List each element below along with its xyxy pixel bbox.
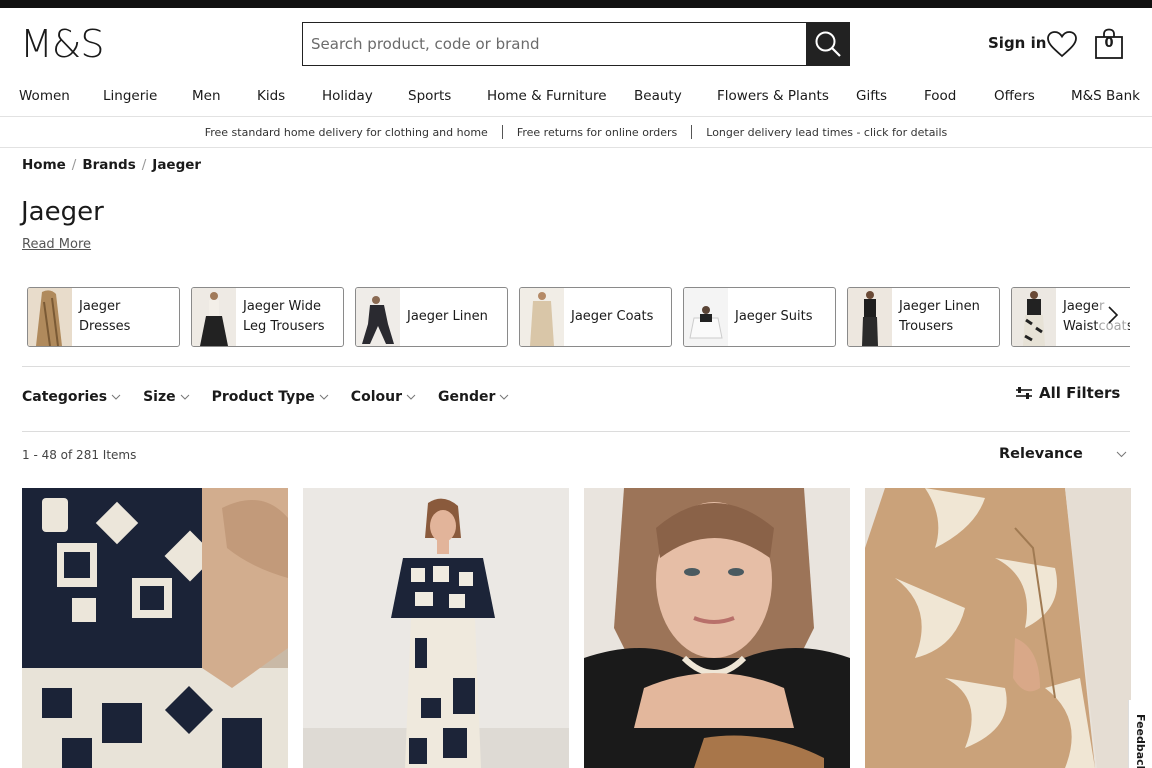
category-chip-label: Jaeger Linen bbox=[407, 309, 488, 324]
promo-returns[interactable]: Free returns for online orders bbox=[503, 126, 691, 139]
breadcrumb: Home / Brands / Jaeger bbox=[22, 156, 201, 174]
breadcrumb-separator: / bbox=[141, 157, 147, 173]
nav-home-furniture[interactable]: Home & Furniture bbox=[487, 86, 607, 106]
nav-gifts[interactable]: Gifts bbox=[856, 86, 887, 106]
results-count: 1 - 48 of 281 Items bbox=[22, 448, 137, 462]
nav-lingerie[interactable]: Lingerie bbox=[103, 86, 157, 106]
filter-gender[interactable]: Gender bbox=[438, 388, 509, 406]
ms-logo[interactable]: M&S bbox=[20, 22, 105, 66]
product-image bbox=[303, 488, 569, 768]
sliders-icon bbox=[1016, 387, 1032, 399]
sort-select[interactable]: Relevance bbox=[999, 446, 1127, 462]
nav-women[interactable]: Women bbox=[19, 86, 70, 106]
product-card[interactable] bbox=[584, 488, 850, 768]
promo-lead-times[interactable]: Longer delivery lead times - click for d… bbox=[692, 126, 961, 139]
category-chip-label: Jaeger Linen Trousers bbox=[899, 299, 980, 334]
top-utility-bar bbox=[0, 0, 1152, 8]
heart-icon[interactable] bbox=[1046, 30, 1078, 58]
category-thumbnail bbox=[848, 288, 892, 346]
promo-divider bbox=[0, 147, 1152, 148]
product-card[interactable] bbox=[22, 488, 288, 768]
category-chip-linen-trousers[interactable]: Jaeger Linen Trousers bbox=[847, 287, 1000, 347]
search-icon bbox=[815, 31, 841, 57]
filter-label: Categories bbox=[22, 389, 108, 405]
basket-button[interactable]: 0 bbox=[1094, 28, 1124, 60]
all-filters-label: All Filters bbox=[1039, 384, 1121, 402]
category-chip-wide-leg-trousers[interactable]: Jaeger Wide Leg Trousers bbox=[191, 287, 344, 347]
category-thumbnail bbox=[192, 288, 236, 346]
page-title: Jaeger bbox=[21, 197, 104, 227]
promo-strip: Free standard home delivery for clothing… bbox=[0, 124, 1152, 140]
category-chip-label: Jaeger Coats bbox=[571, 309, 654, 324]
breadcrumb-current: Jaeger bbox=[152, 157, 202, 173]
nav-ms-bank[interactable]: M&S Bank bbox=[1071, 86, 1140, 106]
chevron-down-icon bbox=[180, 394, 189, 400]
product-card[interactable] bbox=[303, 488, 569, 768]
filter-size[interactable]: Size bbox=[143, 388, 190, 406]
filter-divider-bottom bbox=[22, 431, 1130, 432]
nav-offers[interactable]: Offers bbox=[994, 86, 1035, 106]
search-input[interactable] bbox=[303, 23, 806, 65]
category-thumbnail bbox=[356, 288, 400, 346]
category-chip-label: Jaeger Wide Leg Trousers bbox=[243, 299, 325, 334]
filter-product-type[interactable]: Product Type bbox=[212, 388, 329, 406]
category-thumbnail bbox=[520, 288, 564, 346]
breadcrumb-separator: / bbox=[71, 157, 77, 173]
promo-delivery[interactable]: Free standard home delivery for clothing… bbox=[191, 126, 502, 139]
nav-sports[interactable]: Sports bbox=[408, 86, 451, 106]
breadcrumb-home[interactable]: Home bbox=[22, 156, 66, 174]
main-navigation: Women Lingerie Men Kids Holiday Sports H… bbox=[0, 86, 1152, 108]
nav-men[interactable]: Men bbox=[192, 86, 221, 106]
product-image bbox=[22, 488, 288, 768]
sign-in-link[interactable]: Sign in bbox=[988, 33, 1046, 53]
filter-label: Colour bbox=[350, 389, 402, 405]
carousel-next-button[interactable] bbox=[1098, 300, 1128, 330]
product-image bbox=[584, 488, 850, 768]
chevron-down-icon bbox=[406, 394, 416, 400]
nav-food[interactable]: Food bbox=[924, 86, 956, 106]
chevron-down-icon bbox=[319, 394, 329, 400]
product-grid bbox=[22, 488, 1131, 768]
category-chip-coats[interactable]: Jaeger Coats bbox=[519, 287, 672, 347]
chevron-down-icon bbox=[111, 394, 121, 400]
feedback-label: Feedback bbox=[1134, 714, 1147, 768]
category-chip-label: Jaeger Dresses bbox=[79, 299, 131, 334]
product-image bbox=[865, 488, 1131, 768]
nav-divider bbox=[0, 116, 1152, 117]
category-chip-suits[interactable]: Jaeger Suits bbox=[683, 287, 836, 347]
filter-label: Gender bbox=[437, 389, 496, 405]
category-chip-dresses[interactable]: Jaeger Dresses bbox=[27, 287, 180, 347]
chevron-right-icon bbox=[1108, 306, 1119, 324]
read-more-link[interactable]: Read More bbox=[22, 236, 91, 254]
category-thumbnail bbox=[28, 288, 72, 346]
filter-label: Size bbox=[143, 389, 176, 405]
filter-colour[interactable]: Colour bbox=[351, 388, 416, 406]
nav-flowers-plants[interactable]: Flowers & Plants bbox=[717, 86, 829, 106]
breadcrumb-brands[interactable]: Brands bbox=[82, 156, 135, 174]
filter-divider-top bbox=[22, 366, 1130, 367]
search-button[interactable] bbox=[806, 23, 849, 65]
product-card[interactable] bbox=[865, 488, 1131, 768]
feedback-tab[interactable]: Feedback bbox=[1128, 700, 1152, 768]
basket-count: 0 bbox=[1104, 36, 1114, 51]
category-chip-label: Jaeger Suits bbox=[735, 309, 813, 324]
filter-bar: Categories Size Product Type Colour Gend… bbox=[22, 388, 531, 406]
chevron-down-icon bbox=[500, 394, 509, 400]
filter-label: Product Type bbox=[211, 389, 315, 405]
all-filters-button[interactable]: All Filters bbox=[1015, 384, 1120, 402]
search-box bbox=[302, 22, 850, 66]
chevron-down-icon bbox=[1116, 451, 1127, 457]
nav-kids[interactable]: Kids bbox=[257, 86, 285, 106]
sort-value: Relevance bbox=[999, 446, 1083, 462]
category-thumbnail bbox=[1012, 288, 1056, 346]
category-carousel: Jaeger Dresses Jaeger Wide Leg Trousers Ja… bbox=[27, 287, 1130, 347]
category-chip-linen[interactable]: Jaeger Linen bbox=[355, 287, 508, 347]
filter-categories[interactable]: Categories bbox=[22, 388, 121, 406]
nav-holiday[interactable]: Holiday bbox=[322, 86, 373, 106]
category-thumbnail bbox=[684, 288, 728, 346]
nav-beauty[interactable]: Beauty bbox=[634, 86, 682, 106]
